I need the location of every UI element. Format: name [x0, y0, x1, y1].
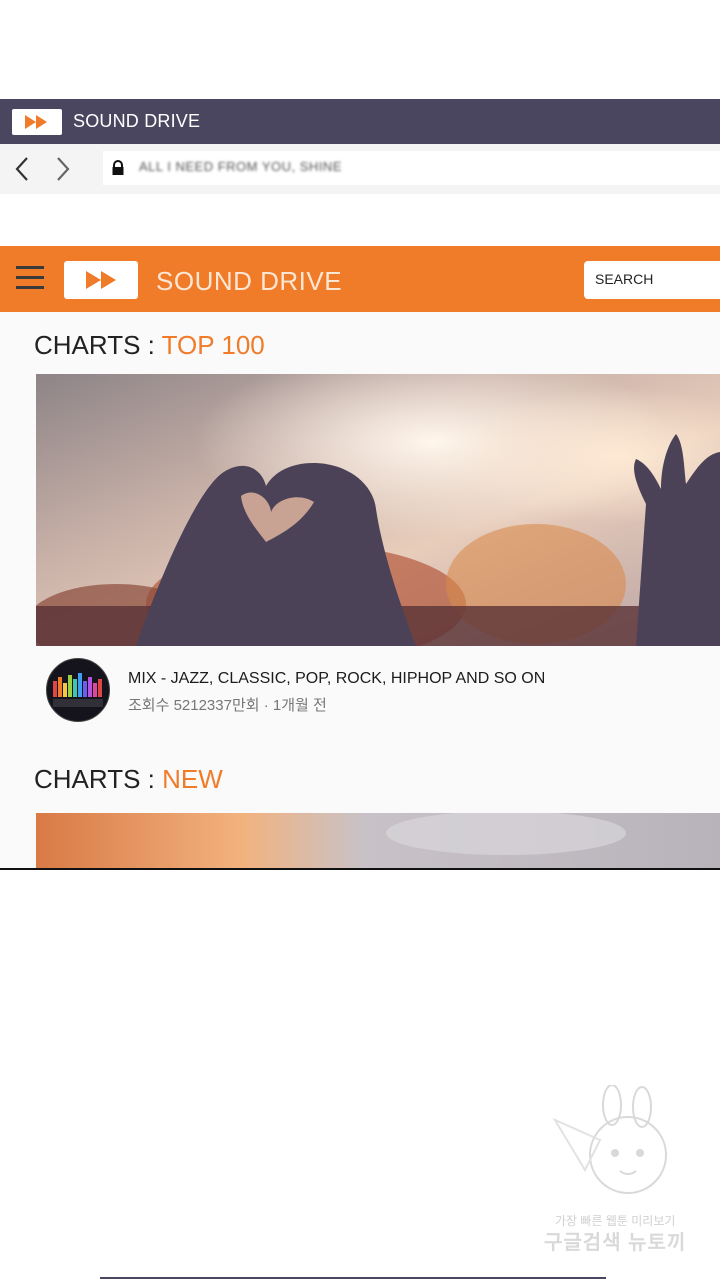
- forward-button[interactable]: [48, 154, 78, 184]
- tab-title[interactable]: SOUND DRIVE: [73, 111, 200, 132]
- fast-forward-logo-icon: [12, 109, 62, 135]
- bunny-mascot-icon: [552, 1084, 667, 1194]
- track-title[interactable]: MIX - JAZZ, CLASSIC, POP, ROCK, HIPHOP A…: [128, 670, 545, 688]
- equalizer-avatar-icon: [46, 658, 110, 722]
- address-bar: ALL I NEED FROM YOU, SHINE: [0, 144, 720, 194]
- chevron-left-icon: [15, 157, 28, 181]
- bottom-bar: [100, 1277, 606, 1279]
- watermark-line2: 구글검색 뉴토끼: [544, 1232, 687, 1254]
- hamburger-menu-icon[interactable]: [16, 266, 44, 292]
- site-logo-icon[interactable]: [64, 261, 138, 299]
- new-chart-banner-image[interactable]: [36, 813, 720, 868]
- chevron-right-icon: [57, 157, 70, 181]
- lock-icon: [112, 160, 124, 175]
- watermark: 가장 빠른 웹툰 미리보기 구글검색 뉴토끼: [540, 1084, 715, 1255]
- track-meta: 조회수 5212337만회 · 1개월 전: [128, 697, 327, 714]
- url-field[interactable]: ALL I NEED FROM YOU, SHINE: [103, 151, 720, 185]
- section-label: CHARTS :: [34, 764, 163, 794]
- concert-banner-image[interactable]: [36, 374, 720, 646]
- section-heading-new: CHARTS : NEW: [34, 764, 223, 795]
- search-input[interactable]: [595, 271, 715, 287]
- main-content: CHARTS : TOP 100 MIX - JAZZ, CLASSIC, PO…: [0, 312, 720, 868]
- site-header: SOUND DRIVE: [0, 246, 720, 312]
- site-title[interactable]: SOUND DRIVE: [156, 266, 342, 297]
- section-label: CHARTS :: [34, 330, 162, 360]
- divider: [0, 868, 720, 870]
- section-accent[interactable]: NEW: [162, 764, 223, 794]
- browser-tab-bar: SOUND DRIVE: [0, 99, 720, 144]
- section-accent[interactable]: TOP 100: [162, 330, 265, 360]
- search-box[interactable]: [584, 261, 720, 299]
- section-heading-top100: CHARTS : TOP 100: [34, 330, 265, 361]
- url-text: ALL I NEED FROM YOU, SHINE: [139, 159, 342, 174]
- back-button[interactable]: [8, 154, 38, 184]
